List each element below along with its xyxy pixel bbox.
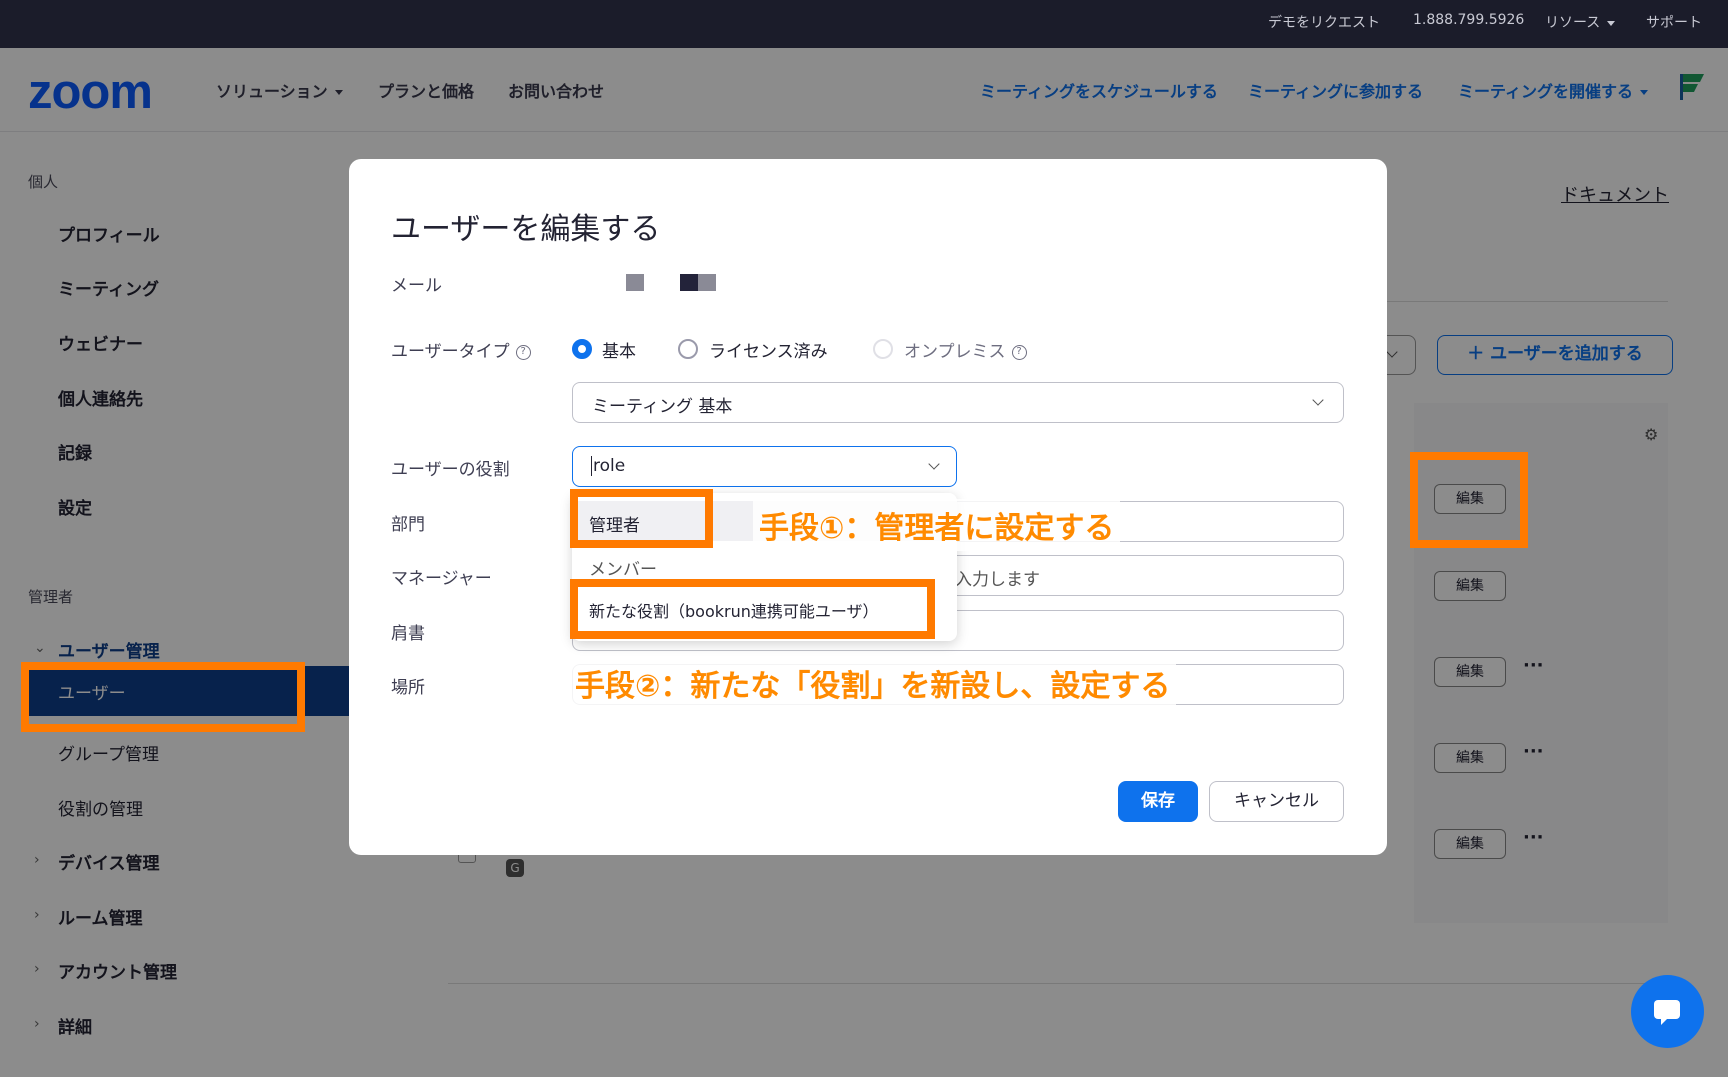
email-masked-block: [626, 274, 644, 291]
role-select-value[interactable]: role: [591, 456, 625, 476]
caret-down-icon: [1607, 20, 1616, 26]
phone-link[interactable]: 1.888.799.5926: [1413, 12, 1524, 28]
manager-label: マネージャー: [391, 569, 492, 589]
chat-icon: [1654, 1000, 1680, 1025]
meeting-type-select[interactable]: ミーティング 基本: [572, 382, 1344, 423]
radio-basic-label[interactable]: 基本: [602, 337, 636, 362]
resources-label: リソース: [1545, 15, 1601, 31]
meeting-type-value: ミーティング 基本: [592, 397, 733, 417]
manager-placeholder: 入力します: [955, 570, 1040, 590]
email-label: メール: [391, 276, 442, 296]
user-type-label-text: ユーザータイプ: [391, 342, 510, 362]
department-label: 部門: [391, 515, 425, 535]
annotation-method-2: 手段②：新たな「役割」を新設し、設定する: [569, 657, 1177, 709]
job-title-label: 肩書: [391, 624, 425, 644]
annotation-box-new-role-option: [570, 579, 935, 639]
top-bar: デモをリクエスト 1.888.799.5926 リソース サポート: [0, 0, 1728, 48]
help-icon[interactable]: ?: [515, 344, 531, 360]
chevron-down-icon: [928, 458, 940, 470]
annotation-method-1: 手段①：管理者に設定する: [753, 499, 1121, 551]
chat-button[interactable]: [1631, 975, 1704, 1048]
edit-user-dialog: ユーザーを編集する メール ユーザータイプ? 基本 ライセンス済み オンプレミス…: [349, 159, 1387, 855]
chevron-down-icon: [1312, 394, 1324, 406]
cancel-button[interactable]: キャンセル: [1209, 781, 1344, 822]
resources-menu[interactable]: リソース: [1545, 12, 1616, 32]
radio-licensed-label[interactable]: ライセンス済み: [709, 337, 828, 362]
dialog-title: ユーザーを編集する: [391, 212, 661, 247]
email-masked-block: [698, 274, 716, 291]
location-label: 場所: [391, 678, 425, 698]
radio-licensed[interactable]: [678, 339, 698, 359]
help-icon[interactable]: ?: [1011, 344, 1027, 360]
support-link[interactable]: サポート: [1646, 12, 1702, 32]
radio-onprem-label-text: オンプレミス: [904, 342, 1006, 362]
role-option-member-label: メンバー: [589, 560, 657, 580]
radio-onprem-label: オンプレミス?: [904, 337, 1027, 362]
annotation-box-admin-option: [570, 489, 713, 548]
email-masked-block: [680, 274, 698, 291]
user-type-label: ユーザータイプ?: [391, 337, 531, 362]
role-label: ユーザーの役割: [391, 460, 510, 480]
radio-basic[interactable]: [572, 339, 592, 359]
annotation-box-edit: [1410, 452, 1528, 548]
radio-onprem: [873, 339, 893, 359]
save-button[interactable]: 保存: [1118, 781, 1198, 822]
request-demo-link[interactable]: デモをリクエスト: [1268, 12, 1380, 32]
role-select[interactable]: role: [572, 446, 957, 487]
annotation-box-users: [21, 662, 305, 732]
